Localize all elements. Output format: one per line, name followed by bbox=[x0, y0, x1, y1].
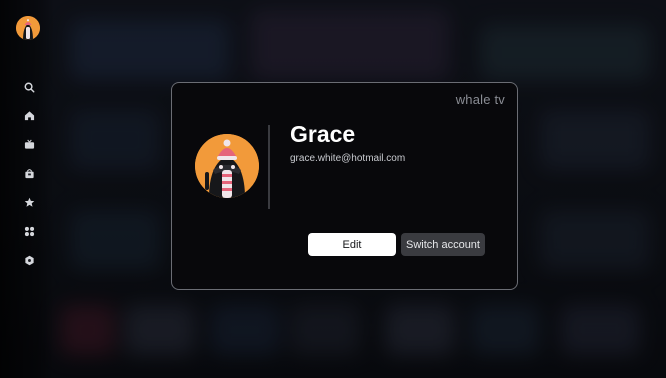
profile-card: whale tv Grace grace.white@hotmail.com E… bbox=[171, 82, 518, 290]
sidebar-item-tv[interactable] bbox=[22, 137, 36, 151]
penguin-avatar-icon bbox=[16, 16, 40, 40]
sidebar-item-favorites[interactable] bbox=[22, 195, 36, 209]
sidebar-item-home[interactable] bbox=[22, 108, 36, 122]
profile-name: Grace bbox=[290, 121, 356, 147]
home-icon bbox=[24, 110, 34, 120]
sidebar bbox=[0, 0, 54, 378]
profile-avatar-small[interactable] bbox=[16, 16, 40, 40]
profile-avatar bbox=[195, 134, 259, 198]
sidebar-item-search[interactable] bbox=[22, 80, 36, 94]
tv-home-screen: whale tv Grace grace.white@hotmail.com E… bbox=[0, 0, 666, 378]
apps-icon bbox=[24, 226, 34, 236]
sidebar-item-apps[interactable] bbox=[22, 224, 36, 238]
penguin-avatar-icon bbox=[195, 134, 259, 198]
star-icon bbox=[24, 197, 34, 207]
tv-icon bbox=[24, 139, 34, 149]
settings-icon bbox=[24, 255, 34, 265]
store-icon bbox=[24, 168, 34, 178]
profile-email: grace.white@hotmail.com bbox=[290, 153, 406, 164]
search-icon bbox=[24, 82, 34, 92]
switch-account-button[interactable]: Switch account bbox=[401, 233, 485, 256]
whale-tv-logo: whale tv bbox=[455, 92, 505, 107]
sidebar-item-settings[interactable] bbox=[22, 253, 36, 267]
sidebar-item-store[interactable] bbox=[22, 166, 36, 180]
edit-button[interactable]: Edit bbox=[308, 233, 396, 256]
vertical-divider bbox=[268, 125, 270, 209]
